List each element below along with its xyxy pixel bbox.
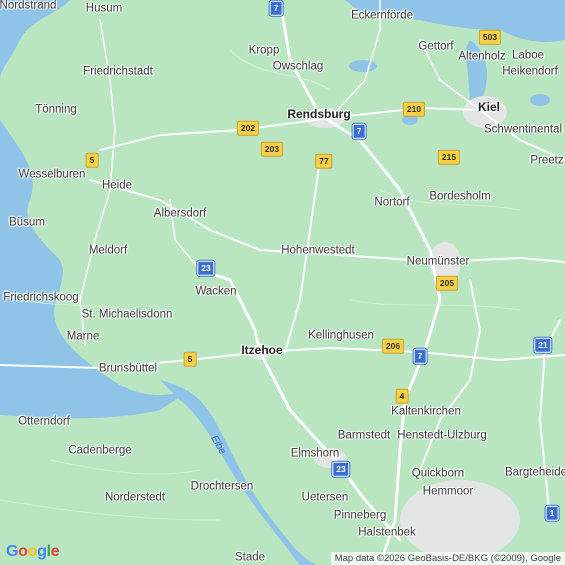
autobahn-shield-a1: 1 — [545, 505, 559, 521]
bundesstrasse-shield-b206: 206 — [381, 338, 405, 354]
place-busum[interactable]: Büsum — [9, 217, 45, 229]
place-preetz[interactable]: Preetz — [530, 155, 563, 167]
place-hemmoor[interactable]: Norderstedt — [105, 492, 165, 504]
place-uetersen[interactable]: Uetersen — [302, 492, 349, 504]
place-quickborn[interactable]: Quickborn — [412, 468, 464, 480]
map-canvas[interactable]: Nordstrand Husum Eckernförde Kropp Getto… — [0, 0, 565, 565]
place-rendsburg[interactable]: Rendsburg — [287, 108, 350, 120]
bundesstrasse-shield-b210: 210 — [402, 101, 426, 117]
bundesstrasse-shield-b503: 503 — [478, 29, 502, 45]
place-kiel[interactable]: Kiel — [478, 101, 500, 113]
place-friedrichskoog[interactable]: Friedrichskoog — [3, 292, 78, 304]
bundesstrasse-shield-b4: 4 — [395, 388, 409, 404]
autobahn-shield-a21: 21 — [534, 337, 552, 353]
place-stade[interactable]: Stade — [235, 552, 265, 564]
north-sea — [0, 0, 70, 80]
place-husum[interactable]: Husum — [86, 3, 122, 15]
place-norderstedt[interactable]: Hemmoor — [423, 486, 473, 498]
bundesstrasse-shield-b205: 205 — [435, 275, 459, 291]
place-otterndorf[interactable]: Otterndorf — [18, 416, 70, 428]
bundesstrasse-shield-b5: 5 — [183, 351, 197, 367]
place-bordesholm[interactable]: Bordesholm — [429, 191, 490, 203]
place-heide[interactable]: Heide — [102, 180, 132, 192]
place-cadenberge[interactable]: Cadenberge — [68, 445, 131, 457]
place-altenholz[interactable]: Altenholz — [458, 51, 505, 63]
map-base — [0, 0, 565, 565]
bundesstrasse-shield-b215: 215 — [437, 149, 461, 165]
place-laboe[interactable]: Laboe — [512, 50, 544, 62]
place-neumunster[interactable]: Neumünster — [407, 256, 470, 268]
place-friedrichstadt[interactable]: Friedrichstadt — [83, 66, 153, 78]
autobahn-shield-a7: 7 — [269, 0, 283, 16]
place-kropp[interactable]: Kropp — [249, 45, 280, 57]
place-hohenwestedt[interactable]: Hohenwestedt — [281, 245, 355, 257]
place-schwentinental[interactable]: Schwentinental — [484, 124, 562, 136]
place-nordstrand[interactable]: Nordstrand — [0, 0, 56, 12]
place-drochtersen[interactable]: Drochtersen — [191, 481, 254, 493]
place-marne[interactable]: Marne — [67, 331, 100, 343]
bundesstrasse-shield-b5: 5 — [85, 152, 99, 168]
google-logo[interactable]: Google — [6, 543, 60, 561]
place-pinneberg[interactable]: Pinneberg — [334, 510, 386, 522]
place-owschlag[interactable]: Owschlag — [273, 61, 324, 73]
bundesstrasse-shield-b202: 202 — [236, 120, 260, 136]
autobahn-shield-a7: 7 — [352, 123, 366, 139]
place-kellinghusen[interactable]: Kellinghusen — [308, 330, 374, 342]
place-gettorf[interactable]: Gettorf — [418, 41, 453, 53]
place-meldorf[interactable]: Meldorf — [89, 245, 127, 257]
bundesstrasse-shield-b77: 77 — [315, 153, 333, 169]
place-halstenbek[interactable]: Halstenbek — [358, 527, 416, 539]
autobahn-shield-a23: 23 — [332, 461, 350, 477]
place-kaltenkirchen[interactable]: Kaltenkirchen — [391, 406, 461, 418]
place-wacken[interactable]: Wacken — [195, 286, 236, 298]
place-tonning[interactable]: Tönning — [35, 104, 77, 116]
place-bargteheide[interactable]: Bargteheide — [505, 467, 565, 479]
place-albersdorf[interactable]: Albersdorf — [154, 208, 206, 220]
place-heikendorf[interactable]: Heikendorf — [502, 66, 558, 78]
place-itzehoe[interactable]: Itzehoe — [241, 344, 282, 356]
map-attribution[interactable]: Map data ©2026 GeoBasis-DE/BKG (©2009), … — [330, 552, 565, 565]
place-stmichaelisdonn[interactable]: St. Michaelisdonn — [82, 309, 173, 321]
place-wesselburen[interactable]: Wesselburen — [19, 169, 86, 181]
autobahn-shield-a23: 23 — [197, 260, 215, 276]
place-nortorf[interactable]: Nortorf — [374, 197, 409, 209]
bundesstrasse-shield-b203: 203 — [260, 141, 284, 157]
place-elmshorn[interactable]: Elmshorn — [291, 448, 340, 460]
place-brunsbuttel[interactable]: Brunsbüttel — [99, 363, 157, 375]
place-barmstedt[interactable]: Barmstedt — [338, 430, 390, 442]
place-eckernforde[interactable]: Eckernförde — [351, 10, 413, 22]
place-henstedt[interactable]: Henstedt-Ulzburg — [397, 430, 486, 442]
autobahn-shield-a7: 7 — [413, 348, 427, 364]
